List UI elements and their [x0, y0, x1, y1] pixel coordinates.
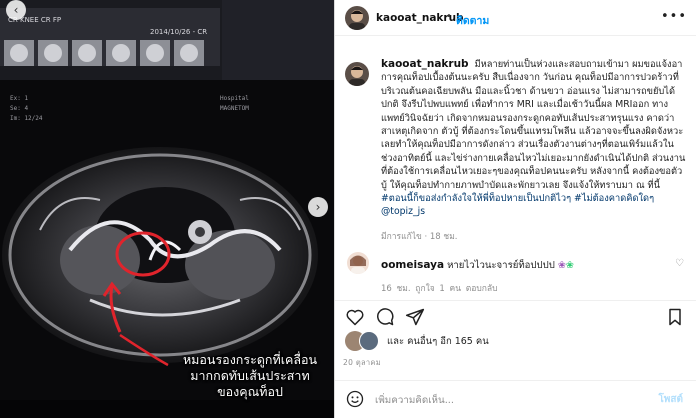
image-caption-line: มากกดทับเส้นประสาท [190, 368, 310, 383]
caption-mention[interactable]: @topiz_js [381, 206, 425, 217]
svg-text:Se: 4: Se: 4 [10, 105, 28, 112]
svg-text:Im: 12/24: Im: 12/24 [10, 115, 43, 122]
comment-icon[interactable] [375, 307, 395, 327]
comment-heart-icon[interactable]: ♡ [675, 258, 684, 269]
comment-emoji-icon: ❀ [565, 260, 574, 271]
comment-text: หายไวไวนะจารย์ท็อปปปป [447, 260, 555, 271]
comment-meta: 16 ชม. ถูกใจ 1 คน ตอบกลับ [381, 281, 498, 295]
instagram-post-view: CR KNEE CR FP 2014/10/26 - CR Ex: 1 Se: 4… [0, 0, 696, 418]
next-photo-icon[interactable]: › [308, 197, 328, 217]
image-caption-line: ของคุณท็อป [217, 384, 283, 399]
svg-text:MAGNETOM: MAGNETOM [220, 105, 249, 112]
caption-edited-meta: มีการแก้ไข · 18 ชม. [381, 232, 458, 242]
likes-count[interactable]: และ คนอื่นๆ อีก 165 คน [387, 334, 489, 349]
save-bookmark-icon[interactable] [665, 307, 685, 327]
heart-icon[interactable] [345, 307, 365, 327]
follow-button[interactable]: ติดตาม [456, 12, 489, 29]
post-caption: kaooat_nakrub มีหลายท่านเป็นห่วงและสอบถา… [381, 58, 687, 219]
comment-reply-button[interactable]: ตอบกลับ [466, 284, 498, 294]
caption-hashtags[interactable]: #ตอนนี้ก็ขอส่งกำลังใจให้พี่ท็อปหายเป็นปก… [381, 193, 654, 204]
liker-avatar[interactable] [359, 331, 379, 351]
comment-input[interactable]: เพิ่มความคิดเห็น... [375, 393, 454, 408]
header-separator: • [446, 11, 452, 22]
svg-text:Ex: 1: Ex: 1 [10, 95, 28, 102]
share-icon[interactable] [405, 307, 425, 327]
more-options-icon[interactable]: ••• [661, 9, 687, 24]
emoji-icon[interactable] [345, 389, 365, 409]
post-detail-panel: kaooat_nakrub • ติดตาม ••• kaooat_nakrub… [334, 0, 696, 418]
caption-username[interactable]: kaooat_nakrub [381, 58, 469, 70]
image-caption-line: หมอนรองกระดูกที่เคลื่อน [182, 352, 318, 367]
caption-author-avatar[interactable] [345, 62, 369, 86]
caption-text: มีหลายท่านเป็นห่วงและสอบถามเข้ามา ผมขอแจ… [381, 59, 686, 191]
comment-likes[interactable]: ถูกใจ 1 คน [415, 284, 461, 294]
comment-composer: เพิ่มความคิดเห็น... โพสต์ [335, 380, 696, 418]
commenter-avatar[interactable] [347, 252, 369, 274]
previous-photo-icon[interactable]: ‹ [6, 0, 26, 20]
svg-text:Hospital: Hospital [220, 95, 249, 102]
image-caption-overlay: หมอนรองกระดูกที่เคลื่อน มากกดทับเส้นประส… [170, 352, 330, 400]
commenter-username[interactable]: oomeisaya [381, 259, 444, 271]
mri-header-right: 2014/10/26 - CR [150, 28, 207, 36]
comment-emoji-icon: ❀ [557, 260, 566, 271]
post-comment-button[interactable]: โพสต์ [658, 392, 683, 407]
post-photo[interactable]: CR KNEE CR FP 2014/10/26 - CR Ex: 1 Se: 4… [0, 0, 334, 418]
post-date: 20 ตุลาคม [343, 358, 381, 367]
comment: oomeisaya หายไวไวนะจารย์ท็อปปปป ❀❀ [381, 258, 574, 273]
post-header: kaooat_nakrub • ติดตาม ••• [335, 0, 696, 36]
comment-time: 16 ชม. [381, 284, 411, 294]
author-avatar[interactable] [345, 6, 369, 30]
